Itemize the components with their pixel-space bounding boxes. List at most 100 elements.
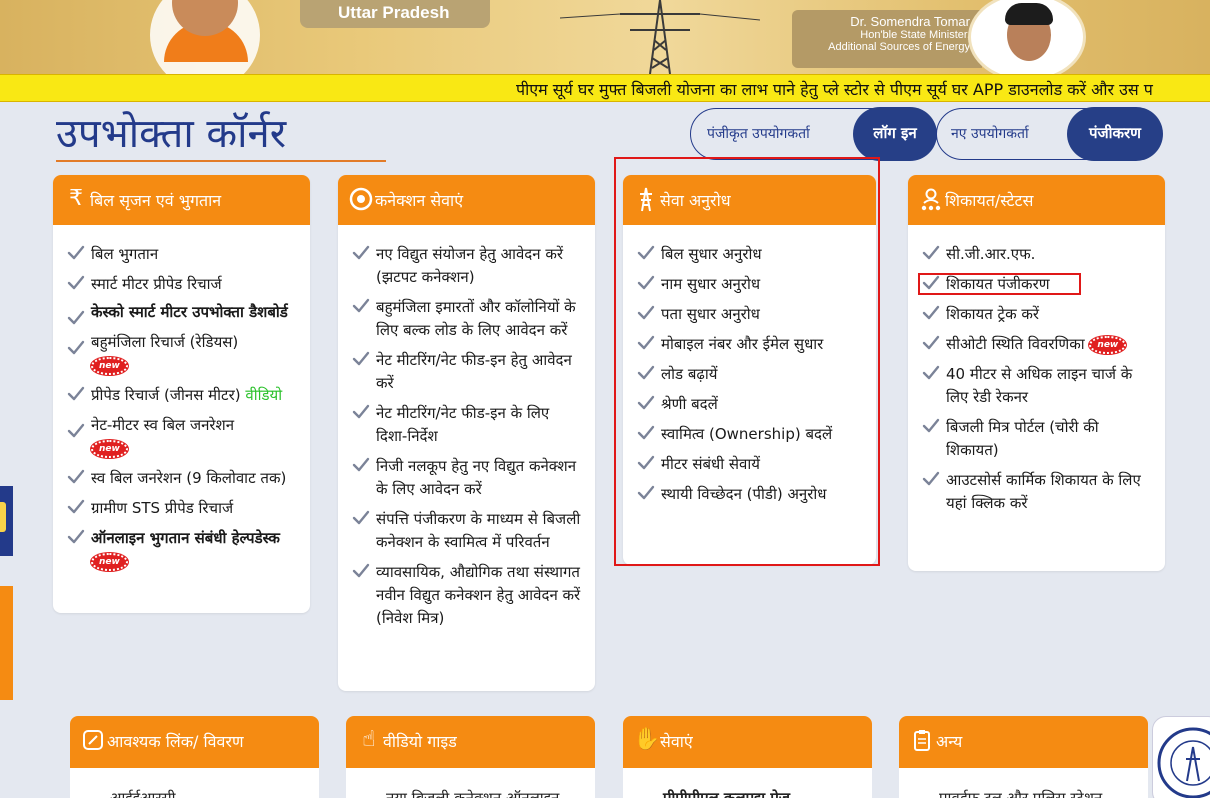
card-connection: कनेक्शन सेवाएं नए विद्युत संयोजन हेतु आव…: [338, 175, 595, 691]
page-title: उपभोक्ता कॉर्नर: [56, 111, 287, 157]
card-video-header: ☝ वीडियो गाइड: [346, 716, 595, 768]
rupee-icon: ₹: [69, 186, 83, 211]
card-connection-title: कनेक्शन सेवाएं: [375, 191, 464, 210]
card-billing-title: बिल सृजन एवं भुगतान: [90, 191, 222, 210]
list-item[interactable]: पीपीपीएल कलपद्म पेज: [663, 788, 790, 798]
list-item[interactable]: केस्को स्मार्ट मीटर उपभोक्ता डैशबोर्ड: [67, 301, 296, 325]
plug-icon: [348, 186, 374, 212]
list-item[interactable]: बिल भुगतान: [67, 243, 296, 266]
check-icon: [67, 469, 85, 484]
check-icon: [67, 499, 85, 514]
minister-title-line-1: Hon'ble State Minister,: [860, 29, 970, 41]
news-ticker[interactable]: पीएम सूर्य घर मुफ्त बिजली योजना का लाभ प…: [0, 74, 1210, 102]
check-icon: [352, 404, 370, 419]
link-icon: [80, 727, 106, 753]
register-button[interactable]: पंजीकरण: [1067, 107, 1163, 161]
list-item[interactable]: नया बिजली कनेक्शन ऑनलाइन: [386, 788, 559, 798]
billing-list: बिल भुगतान स्मार्ट मीटर प्रीपेड रिचार्ज …: [53, 225, 310, 573]
ticker-text[interactable]: पीएम सूर्य घर मुफ्त बिजली योजना का लाभ प…: [516, 78, 1153, 100]
list-item[interactable]: नेट-मीटर स्व बिल जनरेशन new: [67, 414, 296, 460]
check-icon: [352, 245, 370, 260]
complaint-list: सी.जी.आर.एफ. शिकायत पंजीकरण शिकायत ट्रेक…: [908, 225, 1165, 515]
check-icon: [922, 335, 940, 350]
list-item[interactable]: नेट मीटरिंग/नेट फीड-इन के लिए दिशा-निर्द…: [352, 402, 581, 448]
check-icon: [922, 245, 940, 260]
header-banner: Uttar Pradesh Dr. Somendra Tomar Hon'ble…: [0, 0, 1210, 74]
list-item[interactable]: स्व बिल जनरेशन (9 किलोवाट तक): [67, 467, 296, 490]
list-item[interactable]: बिजली मित्र पोर्टल (चोरी की शिकायत): [922, 416, 1151, 462]
side-tab-orange[interactable]: [0, 586, 13, 700]
check-icon: [67, 310, 85, 325]
check-icon: [67, 245, 85, 260]
hand-pointer-icon: ☝: [362, 727, 376, 752]
new-badge: new: [91, 356, 128, 375]
card-connection-header: कनेक्शन सेवाएं: [338, 175, 595, 225]
card-complaint-title: शिकायत/स्टेटस: [945, 191, 1034, 210]
list-item[interactable]: नेट मीटरिंग/नेट फीड-इन हेतु आवेदन करें: [352, 349, 581, 395]
connection-list: नए विद्युत संयोजन हेतु आवेदन करें (झटपट …: [338, 225, 595, 630]
new-user-label: नए उपयोगकर्ता: [951, 126, 1029, 142]
registered-user-pill: पंजीकृत उपयोगकर्ता लॉग इन: [690, 107, 937, 161]
list-item[interactable]: प्रीपेड रिचार्ज (जीनस मीटर) वीडियो: [67, 384, 296, 407]
check-icon: [67, 340, 85, 355]
card-services-title: सेवाएं: [660, 732, 693, 751]
list-item[interactable]: संपत्ति पंजीकरण के माध्यम से बिजली कनेक्…: [352, 508, 581, 554]
check-icon: [352, 351, 370, 366]
card-video-guide: ☝ वीडियो गाइड नया बिजली कनेक्शन ऑनलाइन: [346, 716, 595, 798]
list-item[interactable]: शिकायत ट्रेक करें: [922, 303, 1151, 326]
card-complaint-status: शिकायत/स्टेटस सी.जी.आर.एफ. शिकायत पंजीकर…: [908, 175, 1165, 571]
login-button[interactable]: लॉग इन: [853, 107, 937, 161]
card-video-title: वीडियो गाइड: [383, 732, 457, 751]
list-item[interactable]: पावर्डफ़ टुल और पुलिस स्टेशन: [939, 788, 1102, 798]
video-link[interactable]: वीडियो: [245, 386, 282, 404]
card-services: ✋ सेवाएं पीपीपीएल कलपद्म पेज: [623, 716, 872, 798]
list-item[interactable]: बहुमंजिला इमारतों और कॉलोनियों के लिए बल…: [352, 296, 581, 342]
power-tower-graphic: [560, 0, 760, 74]
list-item[interactable]: व्यावसायिक, औद्योगिक तथा संस्थागत नवीन व…: [352, 561, 581, 630]
check-icon: [922, 365, 940, 380]
check-icon: [352, 298, 370, 313]
list-item[interactable]: ग्रामीण STS प्रीपेड रिचार्ज: [67, 497, 296, 520]
minister-title-line-2: Additional Sources of Energy: [828, 41, 970, 53]
state-label: Uttar Pradesh: [300, 0, 490, 28]
chief-minister-photo: [150, 0, 290, 74]
user-stars-icon: [918, 186, 944, 212]
hand-service-icon: ✋: [633, 727, 661, 752]
check-icon: [922, 418, 940, 433]
list-item[interactable]: सी.जी.आर.एफ.: [922, 243, 1151, 266]
card-links-header: आवश्यक लिंक/ विवरण: [70, 716, 319, 768]
clipboard-icon: [909, 727, 935, 753]
list-item[interactable]: ऑनलाइन भुगतान संबंधी हेल्पडेस्क new: [67, 527, 296, 573]
new-user-pill: नए उपयोगकर्ता पंजीकरण: [936, 107, 1163, 161]
list-item[interactable]: आईईआरसी: [110, 788, 176, 798]
list-item[interactable]: बहुमंजिला रिचार्ज (रेडियस) new: [67, 331, 296, 377]
card-other-title: अन्य: [936, 732, 963, 751]
check-icon: [67, 386, 85, 401]
new-badge: new: [1089, 335, 1127, 354]
highlight-box-service-card: [614, 157, 880, 566]
list-item[interactable]: निजी नलकूप हेतु नए विद्युत कनेक्शन के लि…: [352, 455, 581, 501]
list-item[interactable]: सीओटी स्थिति विवरणिका new: [922, 333, 1151, 356]
list-item[interactable]: आउटसोर्स कार्मिक शिकायत के लिए यहां क्लि…: [922, 469, 1151, 515]
check-icon: [922, 305, 940, 320]
check-icon: [352, 563, 370, 578]
highlight-box-complaint-registration: [918, 273, 1081, 295]
check-icon: [922, 471, 940, 486]
power-corporation-logo: [1152, 716, 1210, 798]
check-icon: [352, 510, 370, 525]
card-links-title: आवश्यक लिंक/ विवरण: [107, 732, 244, 751]
check-icon: [67, 423, 85, 438]
card-billing: ₹ बिल सृजन एवं भुगतान बिल भुगतान स्मार्ट…: [53, 175, 310, 613]
list-item[interactable]: नए विद्युत संयोजन हेतु आवेदन करें (झटपट …: [352, 243, 581, 289]
list-item[interactable]: स्मार्ट मीटर प्रीपेड रिचार्ज: [67, 273, 296, 296]
side-tab-blue[interactable]: [0, 486, 13, 556]
list-item[interactable]: 40 मीटर से अधिक लाइन चार्ज के लिए रेडी र…: [922, 363, 1151, 409]
check-icon: [67, 275, 85, 290]
registered-user-label: पंजीकृत उपयोगकर्ता: [707, 126, 810, 142]
card-complaint-header: शिकायत/स्टेटस: [908, 175, 1165, 225]
card-services-header: ✋ सेवाएं: [623, 716, 872, 768]
card-important-links: आवश्यक लिंक/ विवरण आईईआरसी: [70, 716, 319, 798]
check-icon: [67, 529, 85, 544]
minister-photo: [968, 0, 1086, 74]
card-other: अन्य पावर्डफ़ टुल और पुलिस स्टेशन: [899, 716, 1148, 798]
